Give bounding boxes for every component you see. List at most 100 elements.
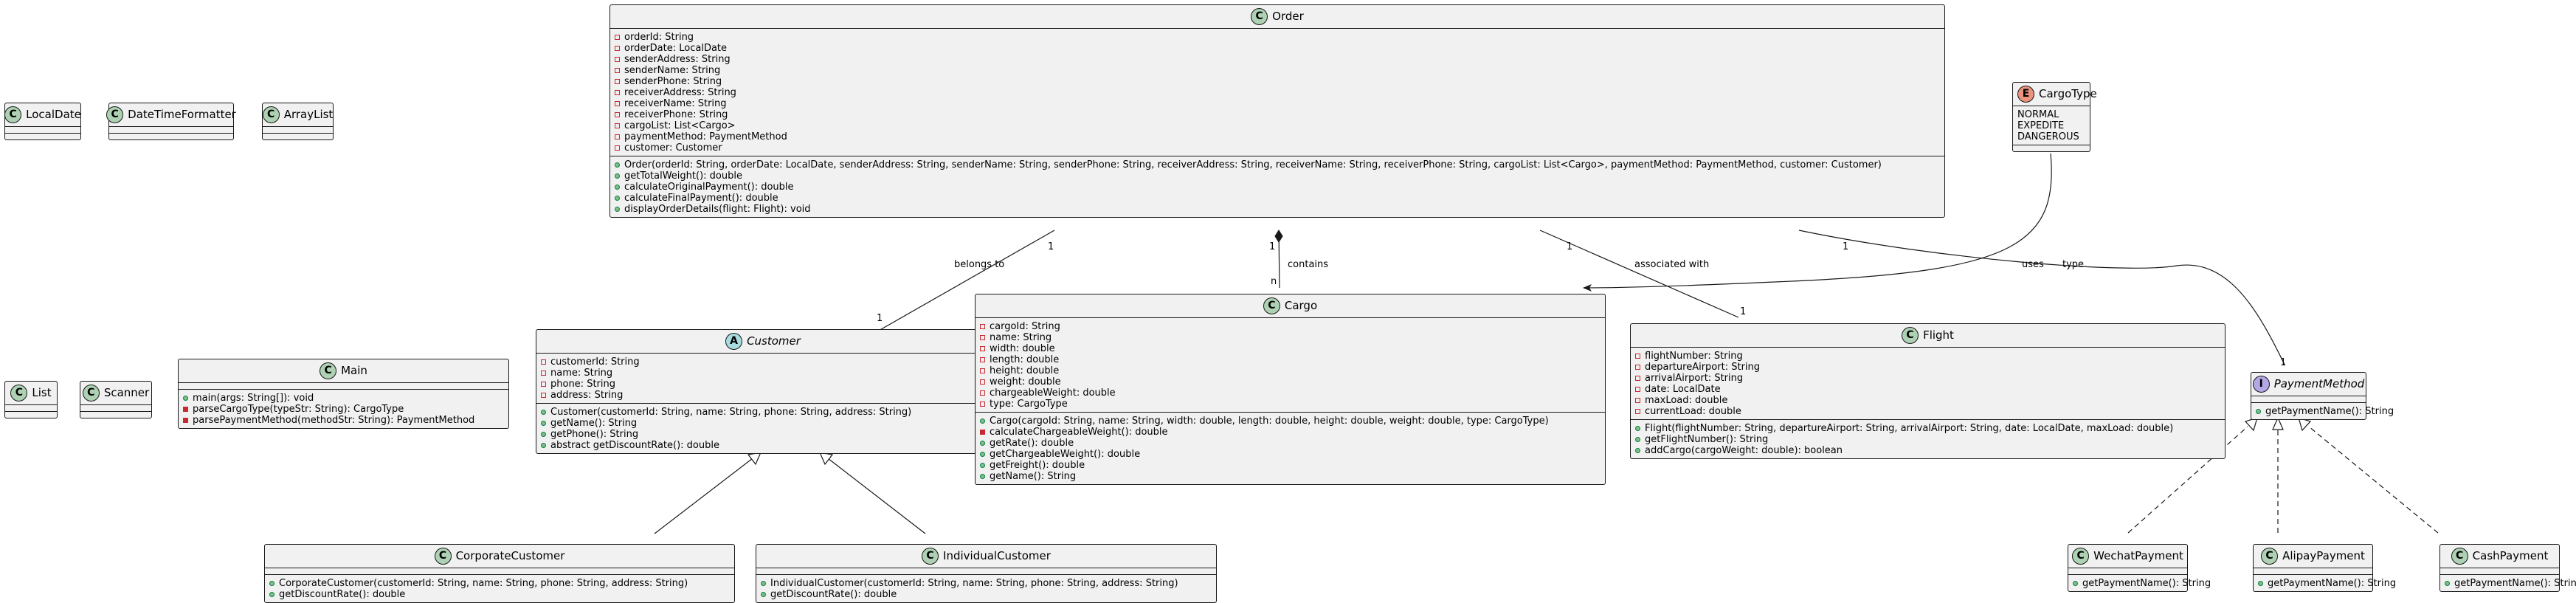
method-text: addCargo(cargoWeight: double): boolean <box>1645 445 1843 456</box>
edge-individual-customer <box>827 458 926 534</box>
fields-section <box>5 404 57 411</box>
field-text: length: double <box>990 354 1060 365</box>
interface-badge-icon: I <box>2252 376 2270 393</box>
private-visibility-icon <box>1635 387 1640 392</box>
fields-section <box>179 382 508 389</box>
field-text: orderId: String <box>624 32 694 43</box>
private-visibility-icon <box>1635 376 1640 381</box>
class-name: AlipayPayment <box>2282 549 2365 562</box>
private-visibility-icon <box>615 68 620 73</box>
method-row: getFreight(): double <box>980 460 1600 471</box>
private-visibility-icon <box>980 430 985 435</box>
method-text: main(args: String[]): void <box>193 393 314 404</box>
field-text: departureAirport: String <box>1645 362 1761 373</box>
class-header: C WechatPayment <box>2068 545 2187 568</box>
field-text: maxLoad: double <box>1645 395 1728 406</box>
public-visibility-icon <box>541 410 546 415</box>
public-visibility-icon <box>269 592 274 597</box>
field-row: arrivalAirport: String <box>1635 373 2220 384</box>
method-row: getDiscountRate(): double <box>269 589 730 600</box>
private-visibility-icon <box>615 123 620 128</box>
class-name: LocalDate <box>26 108 81 121</box>
public-visibility-icon <box>2256 409 2261 414</box>
field-text: address: String <box>550 390 624 401</box>
method-row: main(args: String[]): void <box>183 393 504 404</box>
methods-section: getPaymentName(): String <box>2068 574 2211 591</box>
class-badge-icon: C <box>1263 297 1280 314</box>
mult-order-flight-to: 1 <box>1740 306 1747 317</box>
class-badge-icon: C <box>434 548 452 565</box>
field-row: phone: String <box>541 379 985 390</box>
field-row: receiverAddress: String <box>615 87 1940 98</box>
private-visibility-icon <box>980 379 985 385</box>
public-visibility-icon <box>615 185 620 190</box>
method-text: getName(): String <box>550 418 638 429</box>
composition-diamond <box>1274 230 1283 243</box>
field-text: name: String <box>550 368 613 379</box>
class-badge-icon: C <box>106 106 124 123</box>
method-row: displayOrderDetails(flight: Flight): voi… <box>615 204 1940 215</box>
class-localdate: C LocalDate <box>4 103 81 140</box>
field-text: width: double <box>990 343 1055 354</box>
private-visibility-icon <box>1635 354 1640 359</box>
class-alipaypayment: C AlipayPayment getPaymentName(): String <box>2253 544 2396 592</box>
private-visibility-icon <box>615 145 620 151</box>
class-header: C Flight <box>1631 324 2225 347</box>
class-header: C Scanner <box>80 382 151 404</box>
public-visibility-icon <box>2073 581 2078 586</box>
field-row: maxLoad: double <box>1635 395 2220 406</box>
method-row: getFlightNumber(): String <box>1635 434 2220 445</box>
label-associated-with: associated with <box>1634 259 1710 270</box>
public-visibility-icon <box>541 443 546 448</box>
field-text: customer: Customer <box>624 142 722 154</box>
field-row: chargeableWeight: double <box>980 387 1600 399</box>
method-text: getPaymentName(): String <box>2265 406 2394 417</box>
class-cashpayment: C CashPayment getPaymentName(): String <box>2439 544 2576 592</box>
class-header: C CashPayment <box>2440 545 2559 568</box>
method-row: getPaymentName(): String <box>2445 578 2576 589</box>
public-visibility-icon <box>980 463 985 468</box>
class-name: Flight <box>1923 328 1954 342</box>
method-text: CorporateCustomer(customerId: String, na… <box>279 578 688 589</box>
class-datetimeformatter: C DateTimeFormatter <box>106 103 236 140</box>
field-row: height: double <box>980 365 1600 376</box>
method-text: Order(orderId: String, orderDate: LocalD… <box>624 159 1882 170</box>
class-name: List <box>32 386 52 399</box>
field-row: receiverPhone: String <box>615 109 1940 120</box>
class-badge-icon: C <box>1902 327 1919 344</box>
method-text: getRate(): double <box>990 438 1074 449</box>
mult-order-flight-from: 1 <box>1567 241 1573 252</box>
fields-section: flightNumber: String departureAirport: St… <box>1631 347 2225 419</box>
method-row: parsePaymentMethod(methodStr: String): P… <box>183 415 504 426</box>
method-text: parsePaymentMethod(methodStr: String): P… <box>193 415 475 426</box>
field-text: cargoList: List<Cargo> <box>624 120 736 131</box>
class-individualcustomer: C IndividualCustomer IndividualCustomer(cu… <box>756 544 1217 603</box>
field-row: departureAirport: String <box>1635 362 2220 373</box>
field-text: DANGEROUS <box>2017 131 2079 142</box>
class-badge-icon: C <box>4 106 22 123</box>
methods-section: Order(orderId: String, orderDate: LocalD… <box>610 156 1944 217</box>
mult-order-customer-to: 1 <box>877 313 883 324</box>
public-visibility-icon <box>2445 581 2450 586</box>
field-row: flightNumber: String <box>1635 351 2220 362</box>
field-row: name: String <box>541 368 985 379</box>
private-visibility-icon <box>980 390 985 396</box>
field-row: DANGEROUS <box>2017 131 2085 142</box>
method-text: IndividualCustomer(customerId: String, n… <box>770 578 1178 589</box>
field-row: NORMAL <box>2017 109 2085 120</box>
field-text: height: double <box>990 365 1060 376</box>
private-visibility-icon <box>980 368 985 373</box>
method-text: getFlightNumber(): String <box>1645 434 1769 445</box>
private-visibility-icon <box>1635 409 1640 414</box>
fields-section <box>5 126 80 133</box>
class-name: Scanner <box>103 386 150 399</box>
field-text: paymentMethod: PaymentMethod <box>624 131 787 142</box>
method-text: getChargeableWeight(): double <box>990 449 1141 460</box>
fields-section <box>2254 568 2372 574</box>
methods-section: Customer(customerId: String, name: Strin… <box>536 403 990 453</box>
method-row: getPhone(): String <box>541 429 985 440</box>
field-row: address: String <box>541 390 985 401</box>
class-header: A Customer <box>536 330 990 353</box>
class-scanner: C Scanner <box>80 381 152 418</box>
method-text: getTotalWeight(): double <box>624 170 742 182</box>
